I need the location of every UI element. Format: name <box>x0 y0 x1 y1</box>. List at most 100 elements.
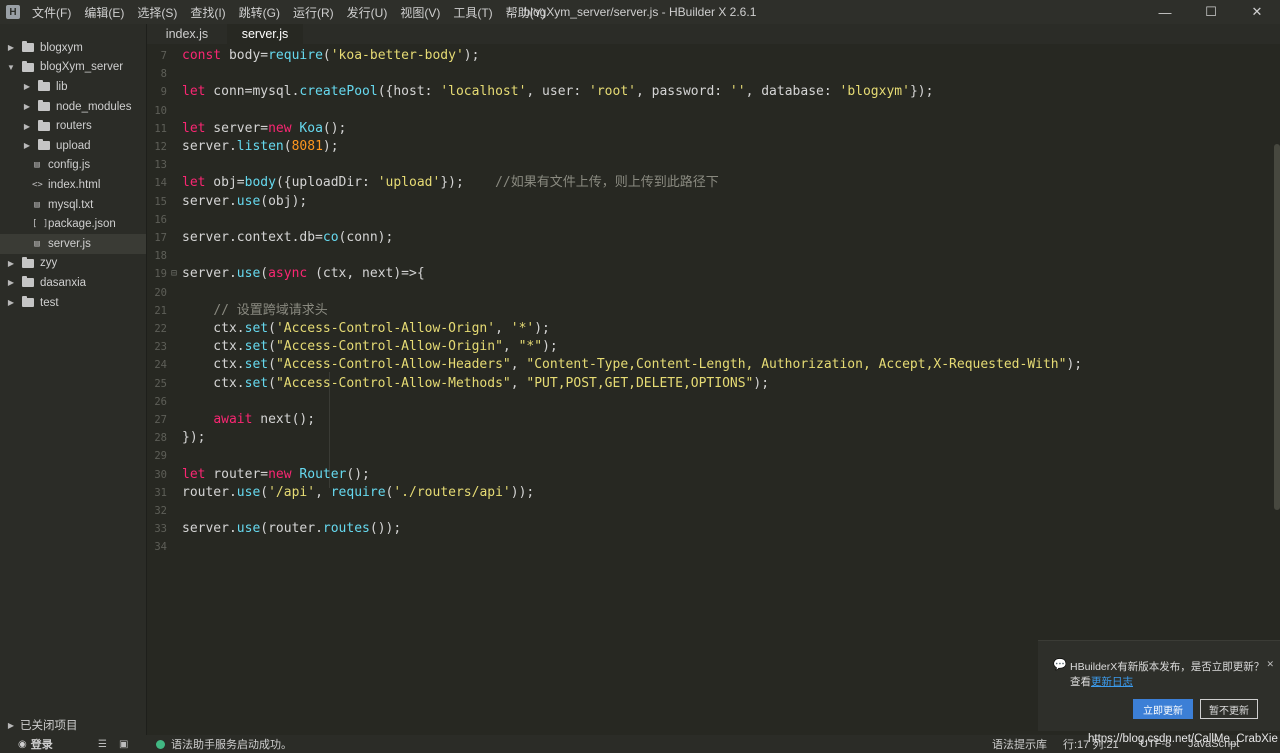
code-line[interactable]: 31 router.use('/api', require('./routers/… <box>147 484 1267 502</box>
menu-item-9[interactable]: 帮助(Y) <box>506 4 546 21</box>
line-number: 24 <box>154 359 167 372</box>
code-text: let obj=body({uploadDir: 'upload'}); //如… <box>182 175 719 191</box>
code-line[interactable]: 30 let router=new Router(); <box>147 466 1267 484</box>
line-number: 25 <box>154 377 167 390</box>
code-line[interactable]: 14 let obj=body({uploadDir: 'upload'}); /… <box>147 174 1267 192</box>
code-line[interactable]: 8 <box>147 65 1267 83</box>
code-line[interactable]: 13 <box>147 156 1267 174</box>
code-line[interactable]: 20 <box>147 284 1267 302</box>
fold-toggle-icon[interactable]: ⊟ <box>171 265 177 283</box>
tree-item-server-js[interactable]: ▤ server.js <box>0 233 146 254</box>
status-message-text: 语法助手服务启动成功。 <box>171 739 292 751</box>
tree-item-index-html[interactable]: <> index.html <box>0 175 146 195</box>
line-number: 18 <box>154 250 167 263</box>
tree-item-zyy[interactable]: ▶ zyy <box>0 254 146 274</box>
code-line[interactable]: 19 ⊟ server.use(async (ctx, next)=>{ <box>147 265 1267 283</box>
tab-index-js[interactable]: index.js <box>147 24 227 44</box>
line-number: 9 <box>160 86 167 99</box>
chevron-right-icon[interactable]: ▶ <box>6 298 16 307</box>
skip-update-button[interactable]: 暂不更新 <box>1200 699 1258 719</box>
tree-item-node-modules[interactable]: ▶ node_modules <box>0 97 146 117</box>
chevron-right-icon[interactable]: ▶ <box>22 122 32 131</box>
code-line[interactable]: 9 let conn=mysql.createPool({host: 'local… <box>147 83 1267 101</box>
tree-item-blogxym-server[interactable]: ▼ blogXym_server <box>0 58 146 78</box>
code-editor[interactable]: 7 const body=require('koa-better-body'); 8… <box>147 44 1280 735</box>
code-line[interactable]: 26 <box>147 393 1267 411</box>
tree-item-label: package.json <box>48 218 116 231</box>
code-line[interactable]: 17 server.context.db=co(conn); <box>147 229 1267 247</box>
login-button[interactable]: ◉ 登录 <box>18 736 53 752</box>
tree-item-label: dasanxia <box>40 276 87 289</box>
line-number: 11 <box>154 122 167 135</box>
tree-item-lib[interactable]: ▶ lib <box>0 77 146 97</box>
syntax-hint-library[interactable]: 语法提示库 <box>992 736 1047 752</box>
code-line[interactable]: 29 <box>147 447 1267 465</box>
code-text: ctx.set("Access-Control-Allow-Origin", "… <box>182 339 558 355</box>
code-line[interactable]: 16 <box>147 211 1267 229</box>
chevron-right-icon[interactable]: ▶ <box>22 82 32 91</box>
changelog-link[interactable]: 更新日志 <box>1091 676 1133 688</box>
line-number: 22 <box>154 323 167 335</box>
chevron-down-icon[interactable]: ▼ <box>6 63 16 72</box>
code-line[interactable]: 22 ctx.set('Access-Control-Allow-Orign',… <box>147 320 1267 338</box>
code-line[interactable]: 28}); <box>147 429 1267 447</box>
code-line[interactable]: 21 // 设置跨域请求头 <box>147 302 1267 320</box>
close-window-button[interactable]: ✕ <box>1234 0 1280 24</box>
vertical-scrollbar[interactable] <box>1274 144 1280 510</box>
watermark: https://blog.csdn.net/CallMe_CrabXie <box>1088 733 1278 745</box>
close-notification-icon[interactable]: ✕ <box>1266 659 1274 670</box>
minimize-button[interactable]: — <box>1142 0 1188 24</box>
tree-item-config-js[interactable]: ▤ config.js <box>0 156 146 176</box>
menu-item-7[interactable]: 视图(V) <box>400 4 440 21</box>
tree-item-dasanxia[interactable]: ▶ dasanxia <box>0 273 146 293</box>
list-icon[interactable]: ☰ <box>98 739 107 750</box>
code-line[interactable]: 34 <box>147 538 1267 556</box>
menu-item-5[interactable]: 运行(R) <box>293 4 334 21</box>
line-number: 21 <box>154 304 167 317</box>
chevron-right-icon[interactable]: ▶ <box>22 102 32 111</box>
code-line[interactable]: 18 <box>147 247 1267 265</box>
code-line[interactable]: 12 server.listen(8081); <box>147 138 1267 156</box>
code-text: let server=new Koa(); <box>182 120 347 136</box>
tree-item-blogxym[interactable]: ▶ blogxym <box>0 38 146 58</box>
menu-item-3[interactable]: 查找(I) <box>190 4 225 21</box>
code-line[interactable]: 24 ctx.set("Access-Control-Allow-Headers… <box>147 356 1267 374</box>
tree-item-routers[interactable]: ▶ routers <box>0 116 146 136</box>
chevron-right-icon[interactable]: ▶ <box>6 259 16 268</box>
menu-item-1[interactable]: 编辑(E) <box>84 4 124 21</box>
login-label: 登录 <box>30 739 53 751</box>
code-line[interactable]: 11 let server=new Koa(); <box>147 120 1267 138</box>
line-number: 28 <box>154 432 167 445</box>
menu-item-2[interactable]: 选择(S) <box>137 4 177 21</box>
update-now-button[interactable]: 立即更新 <box>1133 699 1193 719</box>
menu-item-8[interactable]: 工具(T) <box>453 4 492 21</box>
tree-item-mysql-txt[interactable]: ▤ mysql.txt <box>0 195 146 215</box>
chevron-right-icon[interactable]: ▶ <box>22 141 32 150</box>
window-controls: — ☐ ✕ <box>1142 0 1280 24</box>
code-line[interactable]: 27 await next(); <box>147 411 1267 429</box>
menu-item-0[interactable]: 文件(F) <box>32 4 71 21</box>
menu-item-6[interactable]: 发行(U) <box>347 4 388 21</box>
code-line[interactable]: 25 ctx.set("Access-Control-Allow-Methods… <box>147 375 1267 393</box>
notification-changelog: 查看更新日志 <box>1070 674 1133 689</box>
menu-item-4[interactable]: 跳转(G) <box>239 4 280 21</box>
code-line[interactable]: 7 const body=require('koa-better-body'); <box>147 47 1267 65</box>
chevron-right-icon[interactable]: ▶ <box>6 278 16 287</box>
title-bar: H 文件(F) 编辑(E) 选择(S) 查找(I) 跳转(G) 运行(R) 发行(U) 视图(… <box>0 0 1280 24</box>
tree-item-label: lib <box>56 80 68 93</box>
file-html-icon: <> <box>32 179 43 190</box>
code-line[interactable]: 10 <box>147 102 1267 120</box>
tab-server-js[interactable]: server.js <box>227 24 303 44</box>
code-line[interactable]: 32 <box>147 502 1267 520</box>
closed-projects[interactable]: ▶ 已关闭项目 <box>6 717 78 733</box>
code-line[interactable]: 15 server.use(obj); <box>147 193 1267 211</box>
code-line[interactable]: 23 ctx.set("Access-Control-Allow-Origin"… <box>147 338 1267 356</box>
view-prefix: 查看 <box>1070 676 1091 688</box>
chevron-right-icon[interactable]: ▶ <box>6 43 16 52</box>
tree-item-package-json[interactable]: [ ] package.json <box>0 214 146 234</box>
maximize-button[interactable]: ☐ <box>1188 0 1234 24</box>
code-line[interactable]: 33 server.use(router.routes()); <box>147 520 1267 538</box>
tree-item-test[interactable]: ▶ test <box>0 293 146 313</box>
terminal-icon[interactable]: ▣ <box>119 739 128 750</box>
tree-item-upload[interactable]: ▶ upload <box>0 136 146 156</box>
